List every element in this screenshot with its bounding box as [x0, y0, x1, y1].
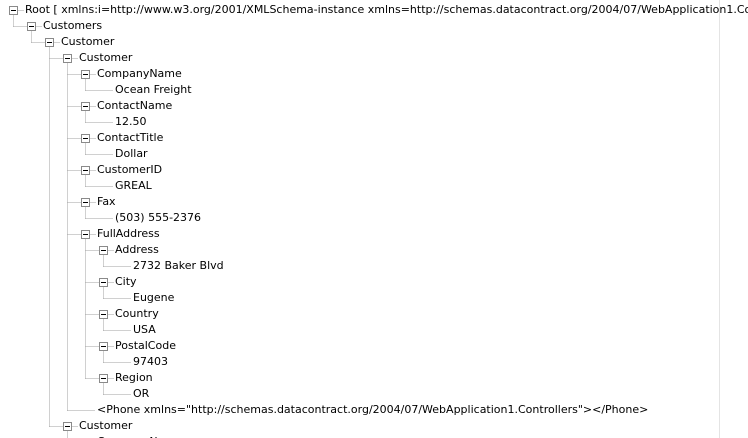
- xml-tree-view: Root [ xmlns:i=http://www.w3.org/2001/XM…: [0, 0, 748, 438]
- tree-node-customer[interactable]: Customer: [61, 35, 114, 49]
- tree-value-eugene[interactable]: Eugene: [133, 291, 174, 305]
- collapse-toggle-icon[interactable]: [63, 422, 72, 431]
- tree-value-2732-baker-blvd[interactable]: 2732 Baker Blvd: [133, 259, 224, 273]
- tree-value-503-555-2376[interactable]: (503) 555-2376: [115, 211, 201, 225]
- tree-node-root-xmlns-i-http-www-w3-org-200[interactable]: Root [ xmlns:i=http://www.w3.org/2001/XM…: [25, 3, 748, 17]
- tree-value-dollar[interactable]: Dollar: [115, 147, 148, 161]
- tree-node-postalcode[interactable]: PostalCode: [115, 339, 176, 353]
- tree-value-greal[interactable]: GREAL: [115, 179, 152, 193]
- tree-value-97403[interactable]: 97403: [133, 355, 168, 369]
- tree-node-country[interactable]: Country: [115, 307, 159, 321]
- collapse-toggle-icon[interactable]: [81, 230, 90, 239]
- tree-value-12-50[interactable]: 12.50: [115, 115, 147, 129]
- collapse-toggle-icon[interactable]: [81, 102, 90, 111]
- tree-node-customer[interactable]: Customer: [79, 51, 132, 65]
- collapse-toggle-icon[interactable]: [99, 246, 108, 255]
- tree-value-ocean-freight[interactable]: Ocean Freight: [115, 83, 192, 97]
- tree-node-address[interactable]: Address: [115, 243, 159, 257]
- right-scroll-gutter: [719, 0, 748, 438]
- tree-node-contacttitle[interactable]: ContactTitle: [97, 131, 163, 145]
- collapse-toggle-icon[interactable]: [99, 310, 108, 319]
- tree-value-or[interactable]: OR: [133, 387, 149, 401]
- tree-node-contactname[interactable]: ContactName: [97, 99, 172, 113]
- tree-node-fulladdress[interactable]: FullAddress: [97, 227, 160, 241]
- collapse-toggle-icon[interactable]: [63, 54, 72, 63]
- collapse-toggle-icon[interactable]: [45, 38, 54, 47]
- tree-node-customerid[interactable]: CustomerID: [97, 163, 162, 177]
- tree-node-city[interactable]: City: [115, 275, 137, 289]
- tree-node-region[interactable]: Region: [115, 371, 153, 385]
- collapse-toggle-icon[interactable]: [81, 134, 90, 143]
- tree-value-phone-xmlns-http-schemas-datacon[interactable]: <Phone xmlns="http://schemas.datacontrac…: [97, 403, 648, 417]
- collapse-toggle-icon[interactable]: [81, 198, 90, 207]
- tree-connector-lines: [13, 10, 132, 438]
- tree-node-customers[interactable]: Customers: [43, 19, 102, 33]
- collapse-toggle-icon[interactable]: [99, 278, 108, 287]
- collapse-toggle-icon[interactable]: [27, 22, 36, 31]
- tree-node-fax[interactable]: Fax: [97, 195, 116, 209]
- collapse-toggle-icon[interactable]: [81, 70, 90, 79]
- collapse-toggle-icon[interactable]: [99, 342, 108, 351]
- tree-node-companyname[interactable]: CompanyName: [97, 67, 182, 81]
- collapse-toggle-icon[interactable]: [9, 6, 18, 15]
- collapse-toggle-icon[interactable]: [81, 166, 90, 175]
- collapse-toggle-icon[interactable]: [99, 374, 108, 383]
- tree-value-usa[interactable]: USA: [133, 323, 156, 337]
- tree-node-customer[interactable]: Customer: [79, 419, 132, 433]
